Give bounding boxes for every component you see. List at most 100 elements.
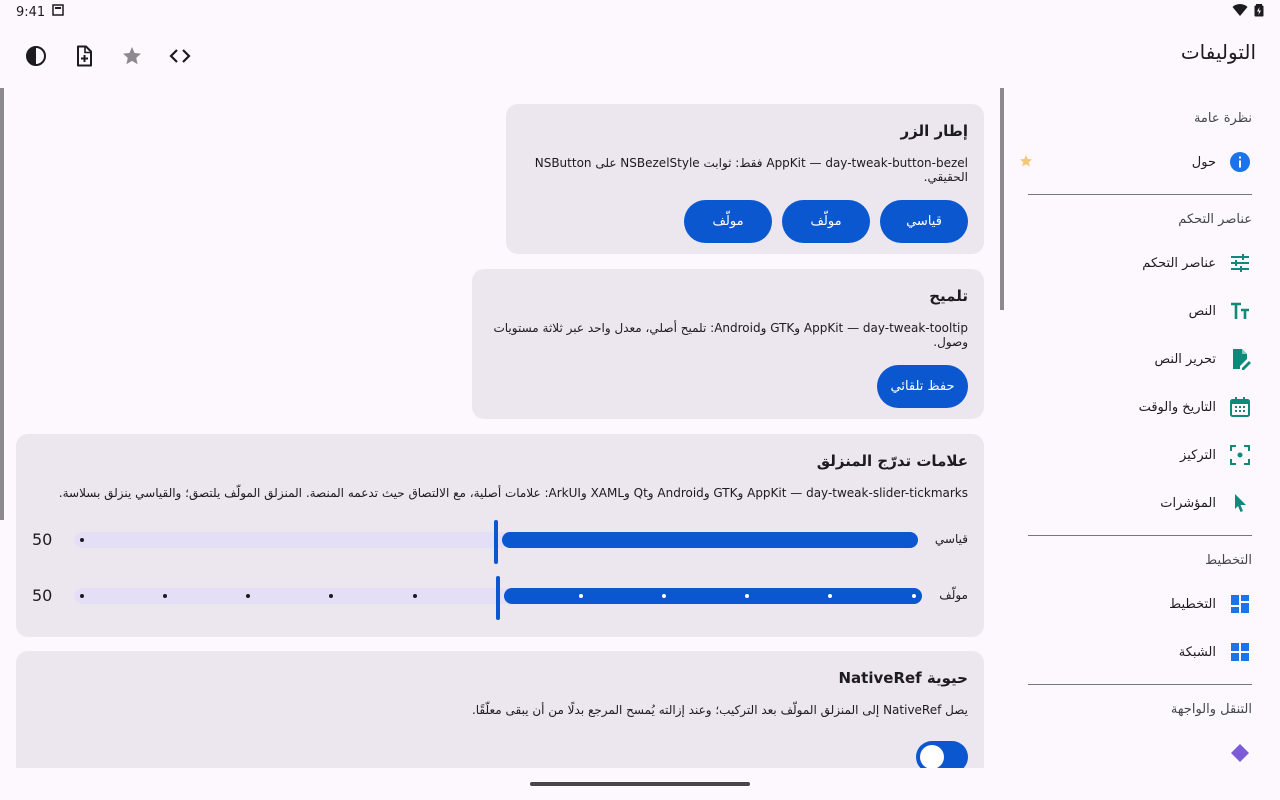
autosave-button[interactable]: حفظ تلقائي bbox=[877, 365, 968, 408]
sidebar-section-navigation: التنقل والواجهة bbox=[1170, 701, 1252, 717]
button-row: قياسي مولّف مولّف bbox=[522, 200, 968, 243]
sidebar-item-label: الشبكة bbox=[1178, 644, 1216, 660]
slider-end-tick bbox=[80, 538, 84, 542]
favorite-button[interactable] bbox=[108, 32, 156, 80]
slider-value: 50 bbox=[32, 586, 53, 605]
sidebar: نظرة عامة حول عناصر التحكم عناصر التحكم … bbox=[1016, 88, 1264, 768]
diamond-icon bbox=[1228, 741, 1252, 765]
slider-track-active[interactable] bbox=[504, 588, 922, 604]
sidebar-section-overview: نظرة عامة bbox=[1193, 110, 1252, 126]
content-scrollbar[interactable] bbox=[1000, 88, 1004, 310]
scroll-indicator[interactable] bbox=[0, 88, 4, 520]
contrast-icon bbox=[26, 46, 46, 66]
grid-icon bbox=[1228, 640, 1252, 664]
tuned-button[interactable]: مولّف bbox=[782, 200, 870, 243]
sidebar-section-layout: التخطيط bbox=[1205, 552, 1252, 568]
slider-tick bbox=[80, 594, 84, 598]
sidebar-item-partial[interactable] bbox=[1016, 729, 1264, 768]
status-right bbox=[1232, 3, 1264, 21]
text-fields-icon bbox=[1228, 299, 1252, 323]
nativeref-toggle[interactable] bbox=[916, 741, 968, 768]
code-button[interactable] bbox=[156, 32, 204, 80]
sidebar-item-label: النص bbox=[1188, 303, 1216, 319]
status-left: 9:41 bbox=[16, 3, 65, 21]
card-button-bezel: إطار الزر AppKit — day-tweak-button-beze… bbox=[506, 104, 984, 254]
contrast-button[interactable] bbox=[12, 32, 60, 80]
card-title: حيوية NativeRef bbox=[838, 669, 969, 687]
main-content: إطار الزر AppKit — day-tweak-button-beze… bbox=[16, 88, 984, 768]
sidebar-item-about[interactable]: حول bbox=[1016, 138, 1264, 186]
slider-row-tuned: 50 مولّف bbox=[32, 576, 968, 620]
sidebar-item-label: تحرير النص bbox=[1154, 351, 1216, 367]
standard-button[interactable]: قياسي bbox=[880, 200, 968, 243]
card-slider-tickmarks: علامات تدرّج المنزلق AppKit — day-tweak-… bbox=[16, 434, 984, 637]
sidebar-divider bbox=[1028, 194, 1252, 195]
edit-document-icon bbox=[1228, 347, 1252, 371]
sidebar-item-focus[interactable]: التركيز bbox=[1016, 431, 1264, 479]
sidebar-item-text-editing[interactable]: تحرير النص bbox=[1016, 335, 1264, 383]
gesture-bar[interactable] bbox=[530, 782, 750, 786]
slider-tick bbox=[912, 594, 916, 598]
star-icon bbox=[123, 47, 141, 65]
sidebar-section-controls: عناصر التحكم bbox=[1178, 211, 1252, 227]
pointer-icon bbox=[1228, 491, 1252, 515]
battery-icon bbox=[1254, 3, 1264, 21]
tune-icon bbox=[1228, 251, 1252, 275]
status-bar: 9:41 bbox=[0, 0, 1280, 24]
slider-tick bbox=[745, 594, 749, 598]
slider-track-inactive[interactable] bbox=[74, 532, 510, 548]
calendar-icon bbox=[1228, 395, 1252, 419]
sidebar-item-grid[interactable]: الشبكة bbox=[1016, 628, 1264, 676]
focus-icon bbox=[1228, 443, 1252, 467]
card-description: AppKit — day-tweak-slider-tickmarks وGTK… bbox=[58, 486, 968, 500]
dashboard-icon bbox=[1228, 592, 1252, 616]
toggle-knob bbox=[920, 745, 944, 768]
card-tooltip: تلميح AppKit — day-tweak-tooltip وGTK وA… bbox=[472, 269, 984, 419]
sidebar-item-text[interactable]: النص bbox=[1016, 287, 1264, 335]
sidebar-divider bbox=[1028, 535, 1252, 536]
note-add-icon bbox=[77, 45, 92, 67]
wifi-icon bbox=[1232, 3, 1248, 21]
sidebar-item-layout[interactable]: التخطيط bbox=[1016, 580, 1264, 628]
code-icon bbox=[169, 49, 191, 63]
slider-tick bbox=[828, 594, 832, 598]
status-time: 9:41 bbox=[16, 4, 46, 20]
slider-track-active[interactable] bbox=[502, 532, 918, 548]
card-nativeref: حيوية NativeRef يصل NativeRef إلى المنزل… bbox=[16, 651, 984, 768]
app-title: التوليفات bbox=[1180, 40, 1256, 64]
slider-tick bbox=[246, 594, 250, 598]
sidebar-item-label: التخطيط bbox=[1169, 596, 1216, 612]
card-description: يصل NativeRef إلى المنزلق المولّف بعد ال… bbox=[471, 703, 968, 717]
card-description: AppKit — day-tweak-tooltip وGTK وAndroid… bbox=[493, 321, 968, 349]
favorite-star-icon bbox=[1020, 155, 1032, 167]
slider-value: 50 bbox=[32, 530, 53, 549]
slider-tick bbox=[163, 594, 167, 598]
card-description: AppKit — day-tweak-button-bezel فقط: ثوا… bbox=[534, 156, 968, 184]
note-add-button[interactable] bbox=[60, 32, 108, 80]
slider-label: قياسي bbox=[934, 532, 968, 546]
slider-tick bbox=[662, 594, 666, 598]
sidebar-item-controls[interactable]: عناصر التحكم bbox=[1016, 239, 1264, 287]
sidebar-item-pointers[interactable]: المؤشرات bbox=[1016, 479, 1264, 527]
sidebar-item-label: التركيز bbox=[1180, 447, 1216, 463]
tuned-button-2[interactable]: مولّف bbox=[684, 200, 772, 243]
card-title: تلميح bbox=[929, 287, 968, 305]
slider-row-standard: 50 قياسي bbox=[32, 520, 968, 564]
sidebar-item-label: التاريخ والوقت bbox=[1138, 399, 1216, 415]
sidebar-divider bbox=[1028, 684, 1252, 685]
slider-track-inactive[interactable] bbox=[74, 588, 514, 604]
slider-tick bbox=[413, 594, 417, 598]
slider-thumb[interactable] bbox=[496, 576, 500, 620]
slider-label: مولّف bbox=[939, 588, 968, 602]
card-title: إطار الزر bbox=[900, 122, 969, 140]
slider-tick bbox=[329, 594, 333, 598]
app-bar: التوليفات bbox=[0, 24, 1280, 88]
sidebar-item-date-time[interactable]: التاريخ والوقت bbox=[1016, 383, 1264, 431]
screen-record-icon bbox=[51, 3, 65, 21]
slider-thumb[interactable] bbox=[494, 520, 498, 564]
sidebar-item-label: حول bbox=[1191, 154, 1216, 170]
card-title: علامات تدرّج المنزلق bbox=[816, 452, 968, 470]
info-icon bbox=[1228, 150, 1252, 174]
sidebar-item-label: المؤشرات bbox=[1160, 495, 1216, 511]
slider-tick bbox=[579, 594, 583, 598]
